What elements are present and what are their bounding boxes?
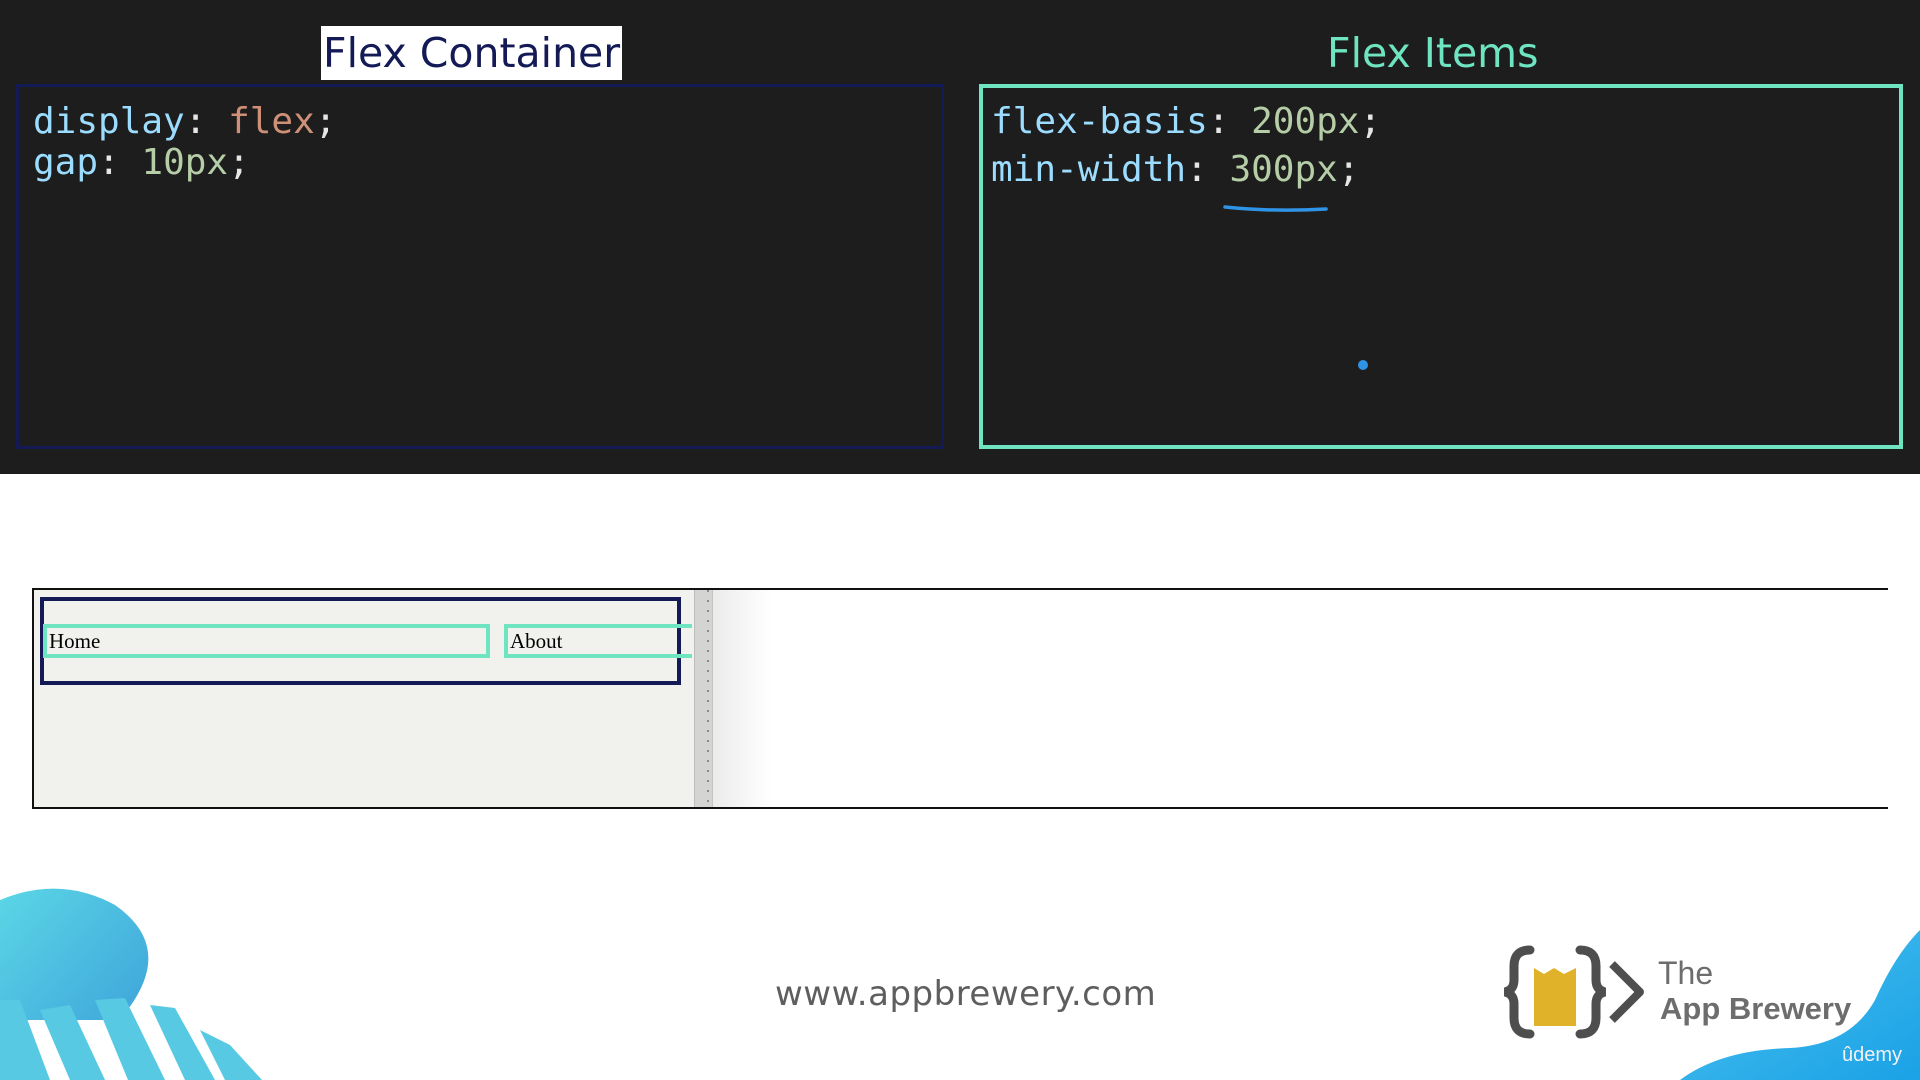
code-line-flex-basis: flex-basis: 200px;	[991, 101, 1382, 142]
code-line-min-width: min-width: 300px;	[991, 149, 1360, 190]
udemy-watermark: ûdemy	[1842, 1044, 1903, 1066]
css-value: flex	[228, 101, 315, 142]
css-property: display	[33, 101, 185, 142]
brand-name-text: App Brewery	[1660, 991, 1852, 1026]
resize-handle[interactable]	[694, 590, 713, 807]
code-line-display: display: flex;	[33, 101, 337, 142]
css-value: 10px	[141, 142, 229, 183]
flex-container-heading: Flex Container	[321, 26, 623, 80]
css-property: flex-basis	[991, 101, 1208, 142]
css-value: 200px	[1251, 101, 1360, 142]
code-line-gap: gap: 10px;	[33, 142, 250, 183]
pointer-dot	[1358, 360, 1368, 370]
website-url[interactable]: www.appbrewery.com	[775, 974, 1156, 1014]
css-property: gap	[33, 142, 99, 183]
nav-item-about[interactable]: About	[504, 624, 692, 658]
css-value: 300px	[1229, 149, 1338, 190]
underline-annotation	[1223, 205, 1328, 212]
app-brewery-logo-icon	[1503, 945, 1644, 1039]
resize-shadow	[712, 590, 772, 807]
brand-the-text: The	[1658, 955, 1714, 991]
bottom-left-decoration	[0, 888, 262, 1080]
nav-item-home[interactable]: Home	[43, 624, 490, 658]
flex-items-heading: Flex Items	[1327, 29, 1539, 77]
css-property: min-width	[991, 149, 1187, 190]
